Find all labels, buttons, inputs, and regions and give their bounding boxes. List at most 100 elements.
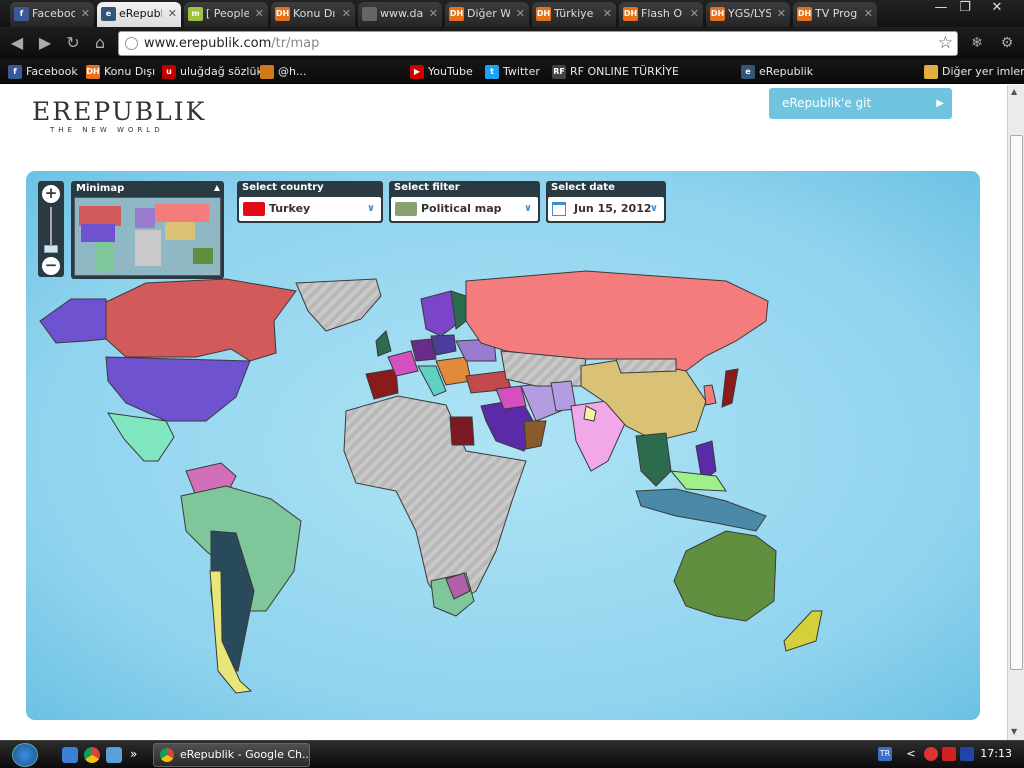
antivirus-icon[interactable] [924, 747, 938, 761]
bookmark-twitter[interactable]: t Twitter [485, 63, 540, 81]
page-scrollbar[interactable]: ▲ ▼ [1007, 85, 1024, 740]
address-bar[interactable]: www.erepublik.com/tr/map ☆ [118, 31, 958, 56]
bookmark-facebook[interactable]: f Facebook [8, 63, 78, 81]
bookmark-h[interactable]: @h... [260, 63, 306, 81]
bookmark-rf-online-t-rki-ye[interactable]: RF RF ONLINE TÜRKİYE [552, 63, 679, 81]
tab-close-icon[interactable]: ✕ [342, 2, 351, 25]
region-japan[interactable] [721, 368, 739, 408]
tab-5[interactable]: DH Diğer W ✕ [445, 2, 529, 27]
go-to-erepublik-button[interactable]: eRepublik'e git ▶ [769, 88, 952, 119]
bookmark-label: @h... [278, 65, 307, 78]
tab-label: [ People [206, 7, 250, 20]
chrome-task-button[interactable]: eRepublik - Google Ch... [153, 743, 310, 767]
calendar-icon [552, 202, 566, 216]
zoom-out-button[interactable]: − [42, 257, 60, 275]
dh-icon: DH [275, 7, 290, 21]
region-new-zealand[interactable] [783, 610, 823, 652]
tab-9[interactable]: DH TV Prog ✕ [793, 2, 877, 27]
country-dropdown[interactable]: Turkey ∨ [239, 197, 381, 221]
bookmarks-bar: f Facebook DH Konu Dışı u uluğdağ sözlük @h...… [0, 59, 1024, 84]
minimap-view[interactable] [74, 197, 221, 276]
region-australia[interactable] [673, 530, 777, 622]
tab-2[interactable]: m[ People ✕ [184, 2, 268, 27]
tab-close-icon[interactable]: ✕ [864, 2, 873, 25]
region-mongolia[interactable] [615, 358, 677, 374]
date-dropdown[interactable]: Jun 15, 2012 ∨ [548, 197, 664, 221]
bookmark-star-icon[interactable]: ☆ [938, 33, 953, 53]
minimap-title: Minimap [76, 183, 125, 194]
country-value: Turkey [269, 202, 311, 215]
dh-icon: DH [449, 7, 464, 21]
close-window-button[interactable]: ✕ [984, 0, 1010, 18]
tab-close-icon[interactable]: ✕ [516, 2, 525, 25]
network-icon[interactable] [106, 747, 122, 763]
world-map[interactable]: + − Minimap ▲ Select country Turkey ∨ Se… [26, 171, 980, 720]
region-alaska[interactable] [39, 298, 107, 344]
erepublik-logo[interactable]: EREPUBLIK THE NEW WORLD [32, 97, 206, 134]
youtube-icon: ▶ [410, 65, 424, 79]
wrench-menu-icon[interactable]: ⚙ [996, 33, 1018, 53]
chevron-left-icon[interactable]: < [904, 747, 918, 761]
language-indicator[interactable]: TR [878, 747, 892, 761]
tab-close-icon[interactable]: ✕ [603, 2, 612, 25]
back-button[interactable]: ◀ [6, 33, 28, 53]
region-uk[interactable] [375, 330, 392, 357]
collapse-icon[interactable]: ▲ [214, 183, 220, 192]
ie-icon[interactable] [62, 747, 78, 763]
reload-button[interactable]: ↻ [62, 33, 84, 53]
restore-button[interactable]: ❐ [952, 0, 978, 18]
turkey-flag-icon [243, 202, 265, 216]
tab-close-icon[interactable]: ✕ [777, 2, 786, 25]
shield-icon[interactable] [942, 747, 956, 761]
region-usa[interactable] [105, 356, 251, 422]
filter-dropdown[interactable]: Political map ∨ [391, 197, 538, 221]
home-button[interactable]: ⌂ [89, 33, 111, 53]
bookmark-konu-d[interactable]: DH Konu Dışı [86, 63, 155, 81]
region-poland[interactable] [430, 334, 457, 356]
scroll-up-icon[interactable]: ▲ [1011, 87, 1017, 96]
rf-online-icon: RF [552, 65, 566, 79]
zoom-control: + − [38, 181, 64, 277]
region-spain[interactable] [365, 368, 399, 400]
extension-icon[interactable]: ❄ [966, 33, 988, 53]
forward-button[interactable]: ▶ [34, 33, 56, 53]
tab-6[interactable]: DH Türkiye ✕ [532, 2, 616, 27]
tab-8[interactable]: DH YGS/LYS ✕ [706, 2, 790, 27]
tab-0[interactable]: f Faceboo ✕ [10, 2, 94, 27]
zoom-in-button[interactable]: + [42, 185, 60, 203]
select-country-label: Select country [242, 182, 324, 193]
monitor-icon[interactable] [960, 747, 974, 761]
region-malaysia[interactable] [669, 470, 727, 492]
tab-close-icon[interactable]: ✕ [255, 2, 264, 25]
tab-close-icon[interactable]: ✕ [81, 2, 90, 25]
tab-3[interactable]: DH Konu Dı ✕ [271, 2, 355, 27]
minimize-button[interactable]: — [928, 0, 954, 18]
zoom-slider-handle[interactable] [44, 245, 58, 253]
region-korea[interactable] [703, 384, 717, 406]
scrollbar-thumb[interactable] [1010, 135, 1023, 670]
facebook-icon: f [8, 65, 22, 79]
filter-value: Political map [421, 202, 502, 215]
bookmark-youtube[interactable]: ▶ YouTube [410, 63, 473, 81]
region-egypt-libya[interactable] [449, 416, 475, 446]
region-canada[interactable] [103, 278, 297, 362]
tab-close-icon[interactable]: ✕ [429, 2, 438, 25]
region-oman[interactable] [523, 420, 547, 450]
tab-7[interactable]: DH Flash O ✕ [619, 2, 703, 27]
region-indonesia[interactable] [635, 488, 767, 532]
arrow-right-icon: ▶ [936, 98, 944, 109]
tab-4[interactable]: www.da ✕ [358, 2, 442, 27]
bookmark-ulu-da-s-zl-k[interactable]: u uluğdağ sözlük [162, 63, 263, 81]
region-thailand[interactable] [635, 432, 672, 487]
select-filter: Select filter Political map ∨ [389, 181, 540, 223]
bookmark-erepublik[interactable]: e eRepublik [741, 63, 813, 81]
tab-close-icon[interactable]: ✕ [690, 2, 699, 25]
more-icon[interactable]: » [130, 747, 146, 763]
tab-1[interactable]: e eRepubl ✕ [97, 2, 181, 27]
other-bookmarks-folder[interactable]: Diğer yer imleri [924, 63, 1024, 81]
tab-close-icon[interactable]: ✕ [168, 2, 177, 25]
scroll-down-icon[interactable]: ▼ [1011, 727, 1017, 736]
start-button[interactable] [12, 743, 38, 767]
region-greenland[interactable] [295, 278, 382, 332]
chrome-icon[interactable] [84, 747, 100, 763]
